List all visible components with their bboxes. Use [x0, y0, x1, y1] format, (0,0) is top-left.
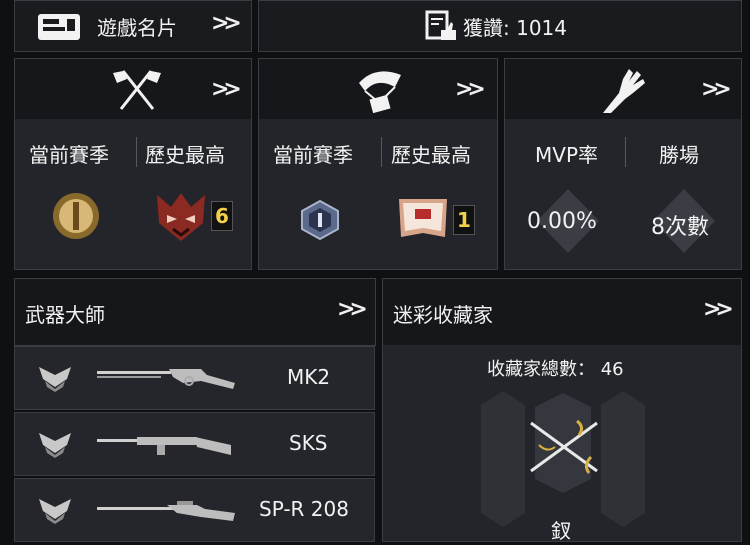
crossed-flags-icon: [113, 70, 161, 110]
id-card-icon: [38, 14, 80, 40]
sp-r-208-rifle-icon: [97, 501, 235, 521]
hex-slot-left: [481, 391, 525, 527]
rank-medal-icon: [53, 193, 99, 239]
divider: [136, 137, 137, 167]
wins-label: 勝場: [659, 143, 699, 167]
camo-collector-header: 迷彩收藏家 >>: [383, 279, 741, 345]
likes-bar: 獲讚: 1014: [258, 0, 742, 52]
weapon-row[interactable]: MK2: [14, 346, 375, 410]
mvp-rate-label: MVP率: [535, 143, 598, 167]
current-season-label: 當前賽季: [29, 143, 109, 167]
current-season-label: 當前賽季: [273, 143, 353, 167]
card-header: >>: [505, 59, 741, 119]
weapon-name: MK2: [287, 365, 331, 389]
weapon-row[interactable]: SKS: [14, 412, 375, 476]
chevron-right-icon[interactable]: >>: [211, 11, 242, 36]
hex-slot-right: [601, 391, 645, 527]
demon-rank-icon: [157, 193, 205, 241]
mvp-rate-value: 0.00%: [527, 209, 597, 234]
zombie-stats-card[interactable]: >> MVP率 勝場 0.00% 8次數: [504, 58, 742, 270]
camo-collector-panel[interactable]: 迷彩收藏家 >> 收藏家總數： 46 釵: [382, 278, 742, 543]
weapon-rank-chevron-icon: [39, 367, 71, 392]
sks-rifle-icon: [97, 437, 231, 455]
parachute-crate-icon: [359, 71, 401, 114]
camo-item-name: 釵: [551, 519, 571, 543]
camo-collector-title: 迷彩收藏家: [393, 303, 493, 327]
mk2-rifle-icon: [97, 369, 235, 389]
weapon-name: SP-R 208: [259, 497, 349, 521]
divider: [625, 137, 626, 167]
weapon-name: SKS: [289, 431, 328, 455]
weapon-master-panel[interactable]: 武器大師 >>: [14, 278, 376, 346]
game-card-bar[interactable]: 遊戲名片 >>: [14, 0, 252, 52]
card-header: >>: [259, 59, 497, 119]
chevron-right-icon[interactable]: >>: [211, 77, 242, 102]
chevron-right-icon[interactable]: >>: [337, 297, 368, 322]
weapon-rank-chevron-icon: [39, 433, 71, 458]
weapon-master-title: 武器大師: [25, 303, 105, 327]
legendary-rank-icon: [399, 199, 447, 237]
game-card-label: 遊戲名片: [97, 16, 177, 40]
ranked-br-card[interactable]: >> 當前賽季 歷史最高 1: [258, 58, 498, 270]
wins-value: 8次數: [651, 215, 709, 240]
chevron-right-icon[interactable]: >>: [701, 77, 732, 102]
sai-weapon-icon: [530, 419, 598, 474]
zombie-hand-icon: [603, 69, 645, 113]
chevron-right-icon[interactable]: >>: [703, 297, 734, 322]
divider: [381, 137, 382, 167]
tier-count-badge: 6: [211, 201, 233, 231]
weapon-row[interactable]: SP-R 208: [14, 478, 375, 542]
best-season-label: 歷史最高: [145, 143, 225, 167]
best-season-label: 歷史最高: [391, 143, 471, 167]
collector-total: 收藏家總數： 46: [487, 359, 624, 380]
ranked-mp-card[interactable]: >> 當前賽季 歷史最高 6: [14, 58, 252, 270]
likes-count: 獲讚: 1014: [463, 16, 567, 40]
chevron-right-icon[interactable]: >>: [455, 77, 486, 102]
tier-count-badge: 1: [453, 205, 475, 235]
weapon-rank-chevron-icon: [39, 499, 71, 524]
rank-hexagon-icon: [301, 199, 339, 241]
like-icon: [425, 10, 456, 40]
card-header: >>: [15, 59, 251, 119]
